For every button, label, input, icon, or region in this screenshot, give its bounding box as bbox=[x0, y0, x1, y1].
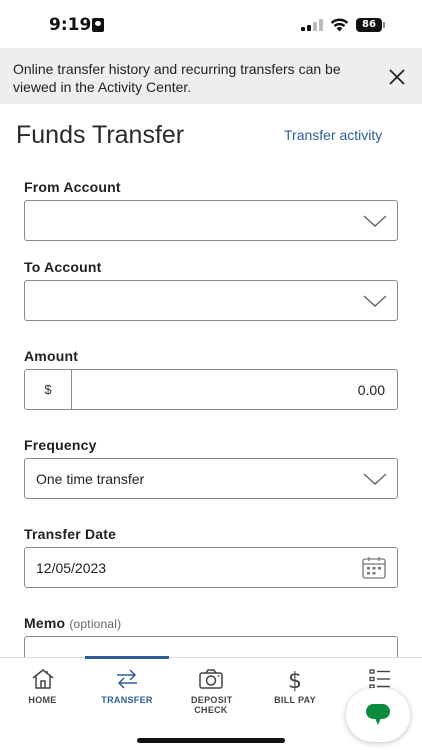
amount-label: Amount bbox=[24, 348, 79, 364]
amount-input[interactable]: $ 0.00 bbox=[24, 369, 398, 410]
nav-deposit-check[interactable]: DEPOSIT CHECK bbox=[169, 658, 253, 728]
banner-message: Online transfer history and recurring tr… bbox=[13, 61, 341, 95]
nav-bill-pay[interactable]: $ BILL PAY bbox=[253, 658, 337, 728]
home-indicator bbox=[137, 738, 285, 743]
transfer-date-value: 12/05/2023 bbox=[36, 560, 107, 576]
transfer-date-label: Transfer Date bbox=[24, 526, 117, 542]
nav-home-label: HOME bbox=[28, 695, 57, 705]
home-icon bbox=[32, 669, 53, 689]
chat-button[interactable] bbox=[346, 688, 410, 742]
contact-card-icon bbox=[92, 18, 104, 32]
nav-bill-pay-label: BILL PAY bbox=[274, 695, 316, 705]
chevron-down-icon bbox=[363, 473, 387, 485]
nav-transfer-label: TRANSFER bbox=[101, 695, 153, 705]
chevron-down-icon bbox=[363, 295, 387, 307]
close-icon[interactable] bbox=[386, 66, 408, 88]
chevron-down-icon bbox=[363, 215, 387, 227]
info-banner: Online transfer history and recurring tr… bbox=[0, 48, 422, 104]
camera-icon bbox=[199, 669, 223, 689]
transfer-arrows-icon bbox=[117, 669, 137, 689]
memo-label: Memo (optional) bbox=[24, 615, 121, 631]
to-account-label: To Account bbox=[24, 259, 102, 275]
nav-home[interactable]: HOME bbox=[0, 658, 85, 728]
calendar-icon[interactable] bbox=[362, 556, 386, 579]
battery-cap bbox=[383, 22, 385, 28]
battery-icon: 86 bbox=[356, 18, 382, 32]
frequency-value: One time transfer bbox=[36, 471, 145, 487]
chat-bubble-icon bbox=[366, 704, 390, 725]
status-bar: 9:19 86 bbox=[0, 0, 422, 48]
memo-label-text: Memo bbox=[24, 615, 66, 631]
transfer-activity-link[interactable]: Transfer activity bbox=[284, 127, 382, 143]
memo-optional-hint: (optional) bbox=[69, 617, 122, 631]
nav-transfer[interactable]: TRANSFER bbox=[85, 658, 169, 728]
to-account-select[interactable] bbox=[24, 280, 398, 321]
status-time: 9:19 bbox=[49, 15, 92, 35]
currency-symbol: $ bbox=[25, 370, 72, 409]
page-title: Funds Transfer bbox=[16, 121, 185, 149]
amount-value: 0.00 bbox=[357, 382, 385, 398]
frequency-select[interactable]: One time transfer bbox=[24, 458, 398, 499]
transfer-date-input[interactable]: 12/05/2023 bbox=[24, 547, 398, 588]
from-account-label: From Account bbox=[24, 179, 121, 195]
wifi-icon bbox=[330, 18, 349, 32]
frequency-label: Frequency bbox=[24, 437, 97, 453]
list-menu-icon bbox=[368, 669, 390, 689]
dollar-icon: $ bbox=[288, 669, 302, 692]
from-account-select[interactable] bbox=[24, 200, 398, 241]
nav-deposit-check-label: DEPOSIT CHECK bbox=[191, 695, 233, 715]
cellular-signal-icon bbox=[301, 19, 323, 31]
svg-text:$: $ bbox=[288, 669, 302, 692]
